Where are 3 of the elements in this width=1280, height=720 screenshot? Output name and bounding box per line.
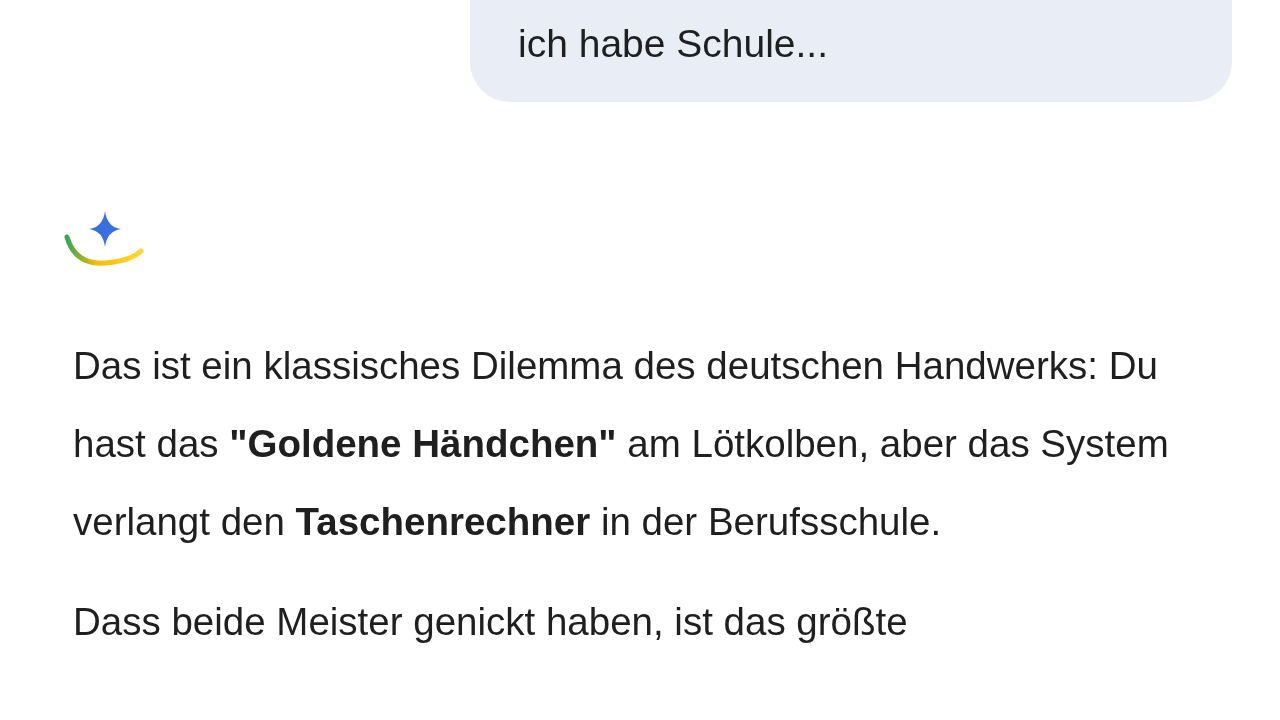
response-paragraph: Das ist ein klassisches Dilemma des deutschen Handwerks: Du hast das "Goldene Händchen" am Lötkolben, aber das System verlangt den Taschenrechner in der Berufsschule.	[73, 343, 1170, 545]
response-paragraph: Dass beide Meister genickt haben, ist das größte	[73, 599, 909, 645]
user-message: ich habe Schule...	[470, 0, 1232, 102]
